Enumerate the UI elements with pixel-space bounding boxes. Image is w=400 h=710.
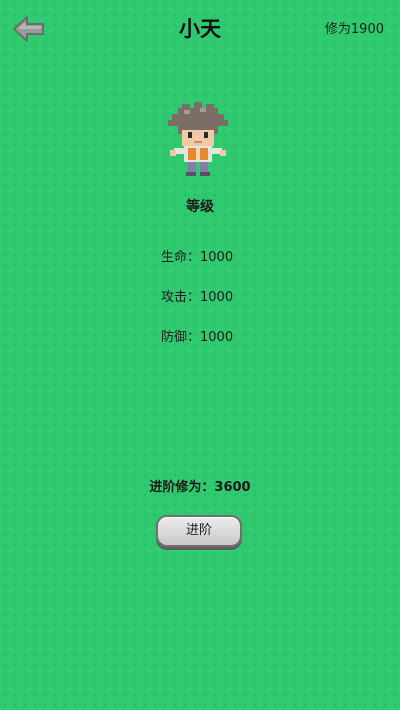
cultivation-points: 修为1900	[324, 22, 384, 37]
back-button[interactable]	[12, 14, 46, 44]
character-avatar	[160, 100, 236, 180]
advance-cost-label: 进阶修为：	[149, 480, 215, 495]
pixel-character-avatar	[168, 102, 228, 176]
stat-hp: 生命：1000	[161, 250, 234, 265]
stat-defense: 防御：1000	[161, 330, 234, 345]
advance-cost-value: 3600	[214, 480, 251, 495]
back-arrow-icon	[13, 16, 44, 42]
advance-button[interactable]: 进阶	[156, 515, 242, 547]
character-screen: 小天 修为1900 等级 生命：1000 攻击：1000 防御：1000 进阶修…	[0, 0, 400, 710]
stat-attack: 攻击：1000	[161, 290, 234, 305]
advance-cost: 进阶修为：3600	[0, 478, 400, 498]
level-label: 等级	[186, 199, 214, 215]
